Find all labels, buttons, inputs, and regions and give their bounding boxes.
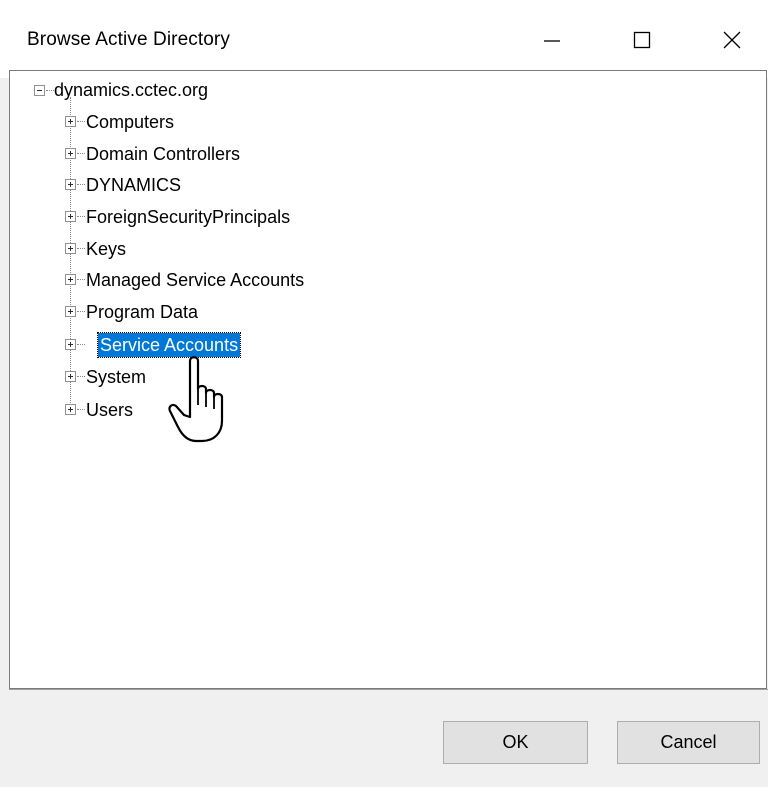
- cancel-button[interactable]: Cancel: [617, 721, 760, 764]
- expand-icon[interactable]: [65, 339, 76, 350]
- expand-icon[interactable]: [65, 179, 76, 190]
- maximize-button[interactable]: [606, 16, 678, 64]
- minimize-button[interactable]: [516, 16, 588, 64]
- expand-icon[interactable]: [65, 116, 76, 127]
- expand-icon[interactable]: [65, 211, 76, 222]
- expand-icon[interactable]: [65, 404, 76, 415]
- tree-item-program-data[interactable]: Program Data: [84, 300, 200, 324]
- tree-item-users[interactable]: Users: [84, 398, 135, 422]
- expand-icon[interactable]: [65, 148, 76, 159]
- ok-button[interactable]: OK: [443, 721, 588, 764]
- tree-item-service-accounts[interactable]: Service Accounts: [96, 332, 242, 358]
- tree-item-keys[interactable]: Keys: [84, 237, 128, 261]
- minimize-icon: [544, 40, 560, 42]
- tree-item-dynamics[interactable]: DYNAMICS: [84, 173, 183, 197]
- title-bar[interactable]: Browse Active Directory: [0, 0, 768, 78]
- tree-item-computers[interactable]: Computers: [84, 110, 176, 134]
- tree-item-domain-controllers[interactable]: Domain Controllers: [84, 142, 242, 166]
- expand-icon[interactable]: [65, 371, 76, 382]
- collapse-icon[interactable]: [34, 85, 45, 96]
- directory-tree[interactable]: dynamics.cctec.org Computers Domain Cont…: [9, 70, 767, 689]
- tree-root-label[interactable]: dynamics.cctec.org: [52, 78, 210, 102]
- divider: [9, 689, 768, 690]
- maximize-icon: [633, 31, 651, 49]
- expand-icon[interactable]: [65, 306, 76, 317]
- expand-icon[interactable]: [65, 274, 76, 285]
- tree-item-managed-service-accounts[interactable]: Managed Service Accounts: [84, 268, 306, 292]
- browse-dialog: Browse Active Directory dynamics.cctec.o…: [0, 0, 768, 787]
- tree-item-foreign-security-principals[interactable]: ForeignSecurityPrincipals: [84, 205, 292, 229]
- close-button[interactable]: [696, 16, 768, 64]
- tree-item-system[interactable]: System: [84, 365, 148, 389]
- close-icon: [723, 31, 741, 49]
- expand-icon[interactable]: [65, 243, 76, 254]
- window-title: Browse Active Directory: [27, 29, 230, 50]
- hand-pointer-icon: [168, 356, 224, 443]
